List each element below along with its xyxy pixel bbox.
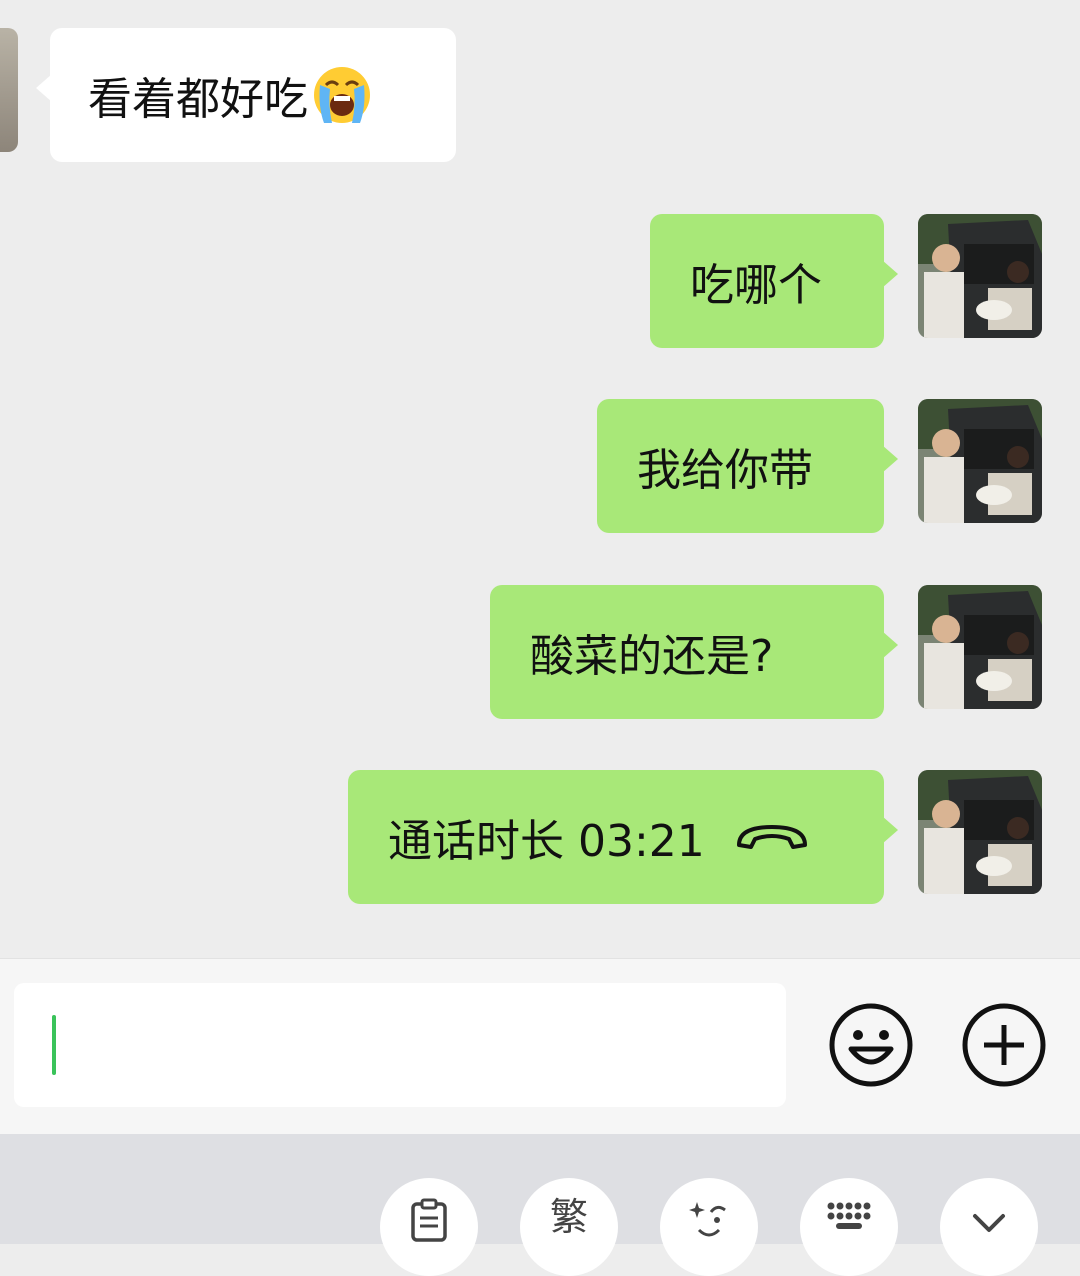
message-input[interactable]	[14, 983, 786, 1107]
clipboard-button[interactable]	[380, 1178, 478, 1276]
keyboard-grid-button[interactable]	[800, 1178, 898, 1276]
chat-area[interactable]: 看着都好吃 吃哪个 我给你带 酸菜的还是? 通话时长 03:21	[0, 0, 1080, 958]
my-avatar[interactable]	[918, 770, 1042, 894]
keyboard-toolbar: 繁	[0, 1134, 1080, 1276]
plus-circle-icon[interactable]	[962, 1003, 1046, 1087]
my-avatar[interactable]	[918, 399, 1042, 523]
face-emoji-button[interactable]	[660, 1178, 758, 1276]
chevron-down-icon	[973, 1214, 1005, 1232]
outgoing-message-bubble[interactable]: 我给你带	[597, 399, 898, 533]
message-text: 酸菜的还是?	[530, 631, 774, 682]
avatar-photo	[918, 399, 1042, 523]
call-record-bubble[interactable]: 通话时长 03:21	[348, 770, 898, 904]
input-bar	[0, 958, 1080, 1135]
my-avatar[interactable]	[918, 585, 1042, 709]
avatar-photo	[918, 214, 1042, 338]
message-text: 我给你带	[637, 445, 813, 496]
traditional-chinese-label: 繁	[549, 1195, 588, 1239]
smiley-face-icon[interactable]	[829, 1003, 913, 1087]
outgoing-message-bubble[interactable]: 酸菜的还是?	[490, 585, 898, 719]
text-caret	[52, 1015, 56, 1075]
traditional-chinese-toggle[interactable]: 繁	[520, 1178, 618, 1276]
sender-avatar[interactable]	[0, 28, 18, 152]
phone-hangup-icon	[736, 825, 807, 849]
face-emoji-icon	[689, 1202, 726, 1237]
keyboard-grid-icon	[827, 1202, 871, 1229]
avatar-photo	[918, 585, 1042, 709]
message-text: 看着都好吃	[88, 74, 308, 125]
outgoing-message-bubble[interactable]: 吃哪个	[650, 214, 898, 348]
call-duration-text: 通话时长 03:21	[388, 816, 705, 867]
collapse-keyboard-button[interactable]	[940, 1178, 1038, 1276]
loudly-crying-face-emoji	[314, 67, 370, 123]
my-avatar[interactable]	[918, 214, 1042, 338]
message-text: 吃哪个	[690, 260, 822, 311]
avatar-photo	[918, 770, 1042, 894]
clipboard-icon	[411, 1198, 447, 1242]
incoming-message-bubble[interactable]: 看着都好吃	[36, 28, 456, 162]
